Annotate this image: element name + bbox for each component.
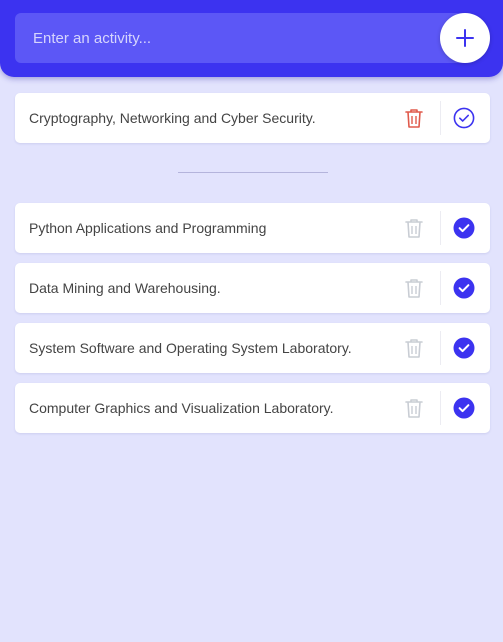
check-circle-filled-icon (453, 277, 475, 299)
completed-item-label: Data Mining and Warehousing. (29, 280, 221, 296)
completed-item: System Software and Operating System Lab… (15, 323, 490, 373)
action-separator (440, 391, 441, 425)
trash-icon (405, 219, 423, 238)
delete-button[interactable] (403, 397, 425, 419)
plus-icon (456, 29, 474, 47)
activity-input[interactable] (15, 13, 475, 63)
uncomplete-button[interactable] (453, 277, 475, 299)
completed-item: Data Mining and Warehousing. (15, 263, 490, 313)
list-divider (178, 172, 328, 173)
check-circle-filled-icon (453, 397, 475, 419)
delete-button[interactable] (403, 107, 425, 129)
delete-button[interactable] (403, 217, 425, 239)
action-separator (440, 101, 441, 135)
completed-item-label: Computer Graphics and Visualization Labo… (29, 400, 334, 416)
action-separator (440, 331, 441, 365)
completed-item: Python Applications and Programming (15, 203, 490, 253)
trash-icon (405, 339, 423, 358)
header-bar (0, 0, 503, 77)
completed-item: Computer Graphics and Visualization Labo… (15, 383, 490, 433)
todo-item: Cryptography, Networking and Cyber Secur… (15, 93, 490, 143)
check-circle-filled-icon (453, 217, 475, 239)
add-activity-button[interactable] (440, 13, 490, 63)
check-circle-outline-icon (453, 107, 475, 129)
trash-icon (405, 109, 423, 128)
todo-item-label: Cryptography, Networking and Cyber Secur… (29, 110, 316, 126)
delete-button[interactable] (403, 337, 425, 359)
completed-item-label: Python Applications and Programming (29, 220, 267, 236)
check-circle-filled-icon (453, 337, 475, 359)
delete-button[interactable] (403, 277, 425, 299)
trash-icon (405, 279, 423, 298)
action-separator (440, 211, 441, 245)
uncomplete-button[interactable] (453, 217, 475, 239)
complete-button[interactable] (453, 107, 475, 129)
action-separator (440, 271, 441, 305)
completed-item-label: System Software and Operating System Lab… (29, 340, 352, 356)
uncomplete-button[interactable] (453, 337, 475, 359)
uncomplete-button[interactable] (453, 397, 475, 419)
trash-icon (405, 399, 423, 418)
